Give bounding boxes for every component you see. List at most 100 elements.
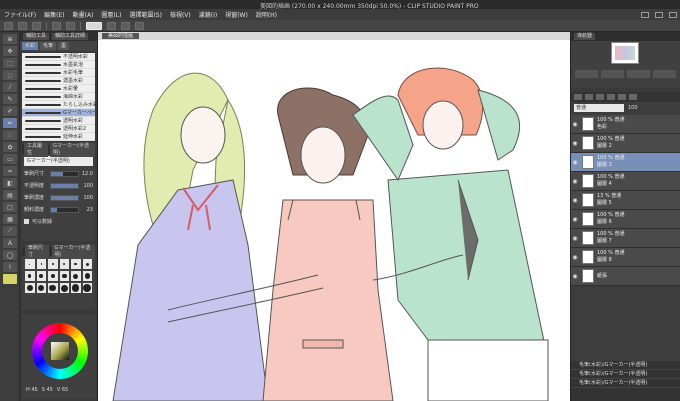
text-tool-icon[interactable]: A bbox=[3, 238, 17, 248]
minimize-icon[interactable] bbox=[641, 11, 649, 18]
brush-size-option[interactable] bbox=[36, 271, 46, 281]
list-item[interactable]: 透明水彩 bbox=[22, 117, 95, 125]
tab-brush-size[interactable]: 筆刷尺寸 bbox=[25, 244, 49, 259]
figure-tool-icon[interactable]: □ bbox=[3, 202, 17, 212]
visibility-eye-icon[interactable]: ◉ bbox=[571, 121, 579, 128]
zoom-tool-icon[interactable]: ⊕ bbox=[3, 34, 17, 44]
list-item[interactable]: 水彩毛筆 bbox=[22, 69, 95, 77]
brush-size-option[interactable] bbox=[59, 271, 69, 281]
fill-icon[interactable] bbox=[121, 21, 130, 30]
option-checkbox-row[interactable]: 可以數據 bbox=[24, 217, 93, 226]
visibility-eye-icon[interactable]: ◉ bbox=[571, 235, 579, 242]
saturation-value-square[interactable] bbox=[51, 342, 69, 360]
brush-size-option[interactable] bbox=[82, 271, 92, 281]
layer-row[interactable]: ◉ 100 % 普通 圖層 6 bbox=[571, 210, 680, 229]
opacity-slider[interactable] bbox=[50, 182, 79, 189]
open-icon[interactable] bbox=[18, 21, 27, 30]
list-item-selected[interactable]: Gマーカーペース bbox=[22, 109, 95, 117]
airbrush-tool-icon[interactable]: ∴ bbox=[3, 130, 17, 140]
visibility-eye-icon[interactable]: ◉ bbox=[571, 216, 579, 223]
layer-opacity-value[interactable]: 100 bbox=[628, 105, 638, 111]
brush-size-option[interactable] bbox=[71, 259, 81, 269]
layer-row[interactable]: ◉ 100 % 普通 色彩 bbox=[571, 115, 680, 134]
layer-row[interactable]: ◉ 100 % 普通 圖層 8 bbox=[571, 248, 680, 267]
tab-subtool[interactable]: 輔助工具 bbox=[23, 33, 50, 40]
layer-row[interactable]: ◉ 紙張 bbox=[571, 267, 680, 286]
list-item[interactable]: 延伸水彩 bbox=[22, 133, 95, 141]
tab-brush[interactable]: 毛筆 bbox=[40, 42, 57, 50]
tab-tool-property[interactable]: 工具屬性 bbox=[24, 142, 49, 157]
opacity-row[interactable]: 不透明度 100 bbox=[24, 180, 93, 191]
layer-row[interactable]: ◉ 100 % 普通 圖層 2 bbox=[571, 134, 680, 153]
history-item[interactable]: 毛筆(水彩)/Gマーカー(半透明) bbox=[571, 361, 680, 370]
blend-mode-select[interactable]: 普通 bbox=[574, 103, 624, 112]
pen-tool-icon[interactable]: ✎ bbox=[3, 94, 17, 104]
tab-navigator[interactable]: 導航器 bbox=[574, 33, 596, 40]
eye-icon[interactable] bbox=[86, 21, 102, 30]
drawing-canvas[interactable] bbox=[98, 40, 570, 401]
color-swatch-icon[interactable] bbox=[3, 274, 17, 284]
redo-icon[interactable] bbox=[66, 21, 75, 30]
list-item[interactable]: 海綿水彩 bbox=[22, 93, 95, 101]
zoom-in-icon[interactable] bbox=[627, 70, 650, 78]
menu-animation[interactable]: 動畫(A) bbox=[73, 10, 94, 19]
brush-size-option[interactable] bbox=[25, 271, 35, 281]
brush-size-option[interactable] bbox=[36, 283, 46, 293]
brush-size-option[interactable] bbox=[48, 271, 58, 281]
decoration-tool-icon[interactable]: ✿ bbox=[3, 142, 17, 152]
visibility-eye-icon[interactable]: ◉ bbox=[571, 159, 579, 166]
menu-file[interactable]: ファイル(F) bbox=[4, 10, 36, 19]
list-item[interactable]: 水墨氣泡 bbox=[22, 61, 95, 69]
list-item[interactable]: 濃墨水彩 bbox=[22, 77, 95, 85]
visibility-eye-icon[interactable]: ◉ bbox=[571, 254, 579, 261]
list-item[interactable]: 透明水彩2 bbox=[22, 125, 95, 133]
brush-size-row[interactable]: 筆刷尺寸 12.0 bbox=[24, 168, 93, 179]
new-vector-layer-icon[interactable] bbox=[585, 94, 593, 100]
menu-view[interactable]: 檢視(V) bbox=[170, 10, 191, 19]
lasso-tool-icon[interactable]: ◌ bbox=[3, 70, 17, 80]
navigator-thumbnail[interactable] bbox=[611, 42, 639, 64]
paint-density-slider[interactable] bbox=[50, 206, 79, 213]
clear-icon[interactable] bbox=[107, 21, 116, 30]
gradient-tool-icon[interactable]: ▤ bbox=[3, 190, 17, 200]
save-icon[interactable] bbox=[32, 21, 41, 30]
ruler-tool-icon[interactable]: ⟋ bbox=[3, 226, 17, 236]
new-layer-icon[interactable] bbox=[574, 94, 582, 100]
brush-size-slider[interactable] bbox=[50, 170, 79, 177]
pencil-tool-icon[interactable]: ✐ bbox=[3, 106, 17, 116]
menu-edit[interactable]: 編集(E) bbox=[44, 10, 64, 19]
brush-size-option[interactable] bbox=[82, 283, 92, 293]
zoom-slider[interactable] bbox=[601, 70, 624, 78]
brush-tool-icon[interactable]: ✒ bbox=[3, 118, 17, 128]
move-tool-icon[interactable]: ✥ bbox=[3, 46, 17, 56]
layer-row-selected[interactable]: ◉ 100 % 普通 圖層 3 bbox=[571, 153, 680, 172]
tab-watercolor[interactable]: 水彩 bbox=[22, 42, 39, 50]
maximize-icon[interactable] bbox=[655, 11, 663, 18]
visibility-eye-icon[interactable]: ◉ bbox=[571, 273, 579, 280]
select-tool-icon[interactable]: ⬚ bbox=[3, 58, 17, 68]
brush-size-option[interactable] bbox=[59, 283, 69, 293]
list-item[interactable]: 不透明水彩 bbox=[22, 53, 95, 61]
tab-tool-name[interactable]: Gマーカー(半透明) bbox=[50, 142, 95, 157]
correct-line-tool-icon[interactable]: ⌇ bbox=[3, 262, 17, 272]
history-item[interactable]: 毛筆(水彩)/Gマーカー(半透明) bbox=[571, 379, 680, 388]
frame-tool-icon[interactable]: ▦ bbox=[3, 214, 17, 224]
brush-density-row[interactable]: 筆刷濃度 100 bbox=[24, 192, 93, 203]
transform-icon[interactable] bbox=[135, 21, 144, 30]
tab-ink[interactable]: 墨 bbox=[58, 42, 70, 50]
brush-size-option[interactable] bbox=[48, 259, 58, 269]
zoom-out-icon[interactable] bbox=[575, 70, 598, 78]
eyedropper-tool-icon[interactable]: ⁄ bbox=[3, 82, 17, 92]
menu-help[interactable]: 說明(H) bbox=[256, 10, 277, 19]
brush-density-slider[interactable] bbox=[50, 194, 79, 201]
balloon-tool-icon[interactable]: ◯ bbox=[3, 250, 17, 260]
visibility-eye-icon[interactable]: ◉ bbox=[571, 140, 579, 147]
blend-tool-icon[interactable]: ≈ bbox=[3, 166, 17, 176]
document-tab[interactable]: 美図的插画 bbox=[102, 33, 140, 39]
list-item[interactable]: 水彩暈 bbox=[22, 85, 95, 93]
visibility-eye-icon[interactable]: ◉ bbox=[571, 178, 579, 185]
color-wheel[interactable] bbox=[32, 323, 88, 379]
brush-size-option[interactable] bbox=[71, 283, 81, 293]
tab-subtool-detail[interactable]: 輔助工具詳細 bbox=[52, 33, 89, 40]
menu-filter[interactable]: 濾鏡(I) bbox=[199, 10, 217, 19]
